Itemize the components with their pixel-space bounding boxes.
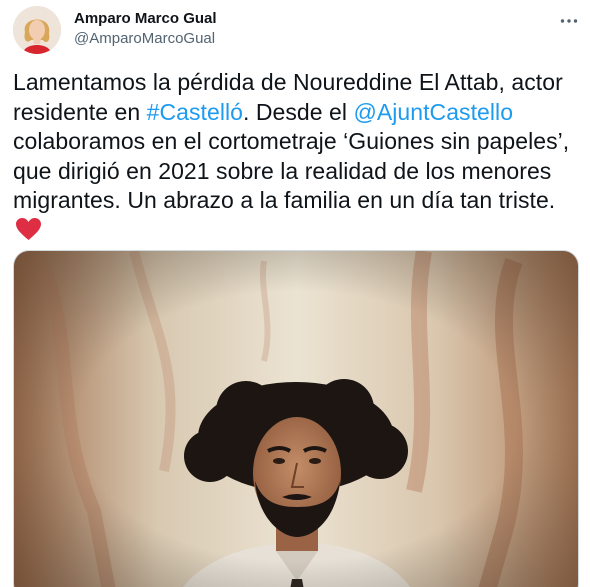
author-handle[interactable]: @AmparoMarcoGual	[74, 30, 215, 47]
mention-link[interactable]: @AjuntCastello	[353, 99, 513, 125]
more-dots-icon	[560, 19, 578, 23]
author-avatar[interactable]	[13, 6, 61, 54]
more-options-button[interactable]	[556, 8, 582, 34]
tweet-text-part-2: . Desde el	[242, 98, 354, 125]
tweet-photo[interactable]	[13, 250, 579, 587]
tweet-text-part-3: colaboramos en el cortometraje ‘Guiones …	[13, 128, 570, 213]
tweet-text: Lamentamos la pérdida de Noureddine El A…	[13, 68, 578, 248]
hashtag-link[interactable]: #Castelló	[147, 99, 243, 125]
portrait-photo	[14, 251, 578, 587]
tweet: Amparo Marco Gual @AmparoMarcoGual Lamen…	[0, 0, 590, 587]
red-heart-icon	[15, 217, 42, 249]
author-name[interactable]: Amparo Marco Gual	[74, 10, 217, 27]
